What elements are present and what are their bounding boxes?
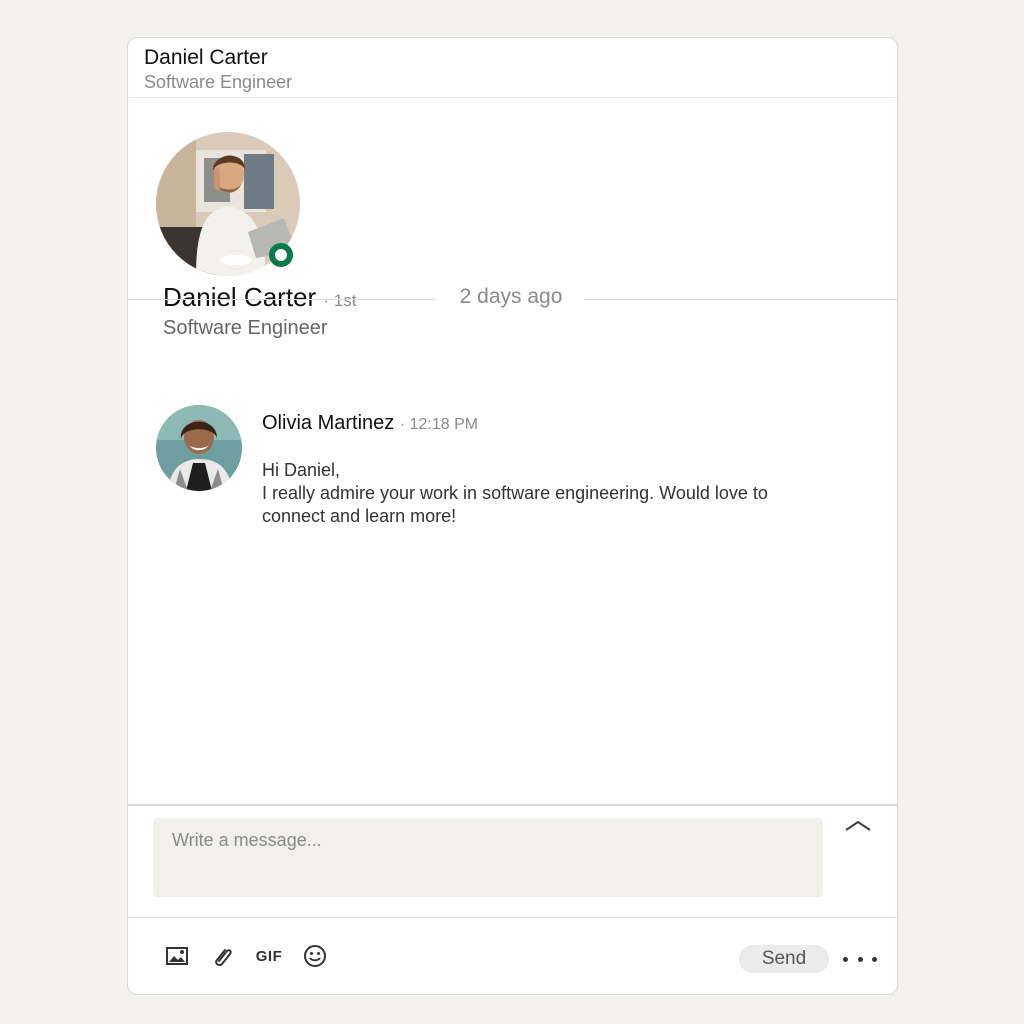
profile-card: Daniel Carter · 1st Software Engineer [128, 98, 897, 358]
profile-name-text: Daniel Carter [163, 282, 317, 312]
more-dot [872, 956, 877, 962]
conversation-header[interactable]: Daniel Carter Software Engineer [128, 38, 897, 98]
header-title: Software Engineer [144, 72, 293, 92]
profile-name[interactable]: Daniel Carter · 1st [163, 282, 356, 313]
sender-name[interactable]: Olivia Martinez [262, 412, 394, 434]
sender-avatar[interactable] [156, 405, 242, 491]
gif-button[interactable]: GIF [246, 937, 292, 975]
toolbar-divider [128, 917, 897, 918]
message-body: Hi Daniel, I really admire your work in … [262, 459, 792, 528]
attach-image-button[interactable] [154, 937, 200, 975]
more-dot [843, 956, 848, 962]
attach-file-button[interactable] [200, 937, 246, 975]
online-status-indicator [269, 243, 293, 267]
header-name: Daniel Carter [144, 46, 268, 69]
messaging-window: Daniel Carter Software Engineer Daniel C… [127, 37, 898, 995]
compose-divider [128, 804, 897, 806]
compose-toolbar: GIF [154, 937, 348, 975]
message-input[interactable] [153, 818, 823, 897]
send-button[interactable]: Send [739, 945, 829, 973]
gif-icon: GIF [255, 947, 283, 965]
connection-degree: · 1st [323, 291, 357, 310]
divider-line-left [128, 299, 436, 300]
expand-compose-button[interactable] [844, 818, 872, 836]
emoji-icon [304, 945, 326, 967]
chevron-up-icon [845, 820, 871, 831]
message-sender: Olivia Martinez · 12:18 PM [262, 412, 478, 435]
profile-title: Software Engineer [163, 317, 328, 339]
emoji-button[interactable] [292, 937, 338, 975]
message-line-2: I really admire your work in software en… [262, 483, 768, 526]
message-line-1: Hi Daniel, [262, 460, 341, 480]
attachment-icon [215, 949, 232, 967]
divider-line-right [584, 299, 897, 300]
more-options-button[interactable] [843, 948, 877, 970]
message-time: · 12:18 PM [399, 416, 479, 433]
more-dot [857, 956, 863, 962]
image-icon [166, 947, 188, 965]
date-divider: 2 days ago [459, 285, 563, 308]
